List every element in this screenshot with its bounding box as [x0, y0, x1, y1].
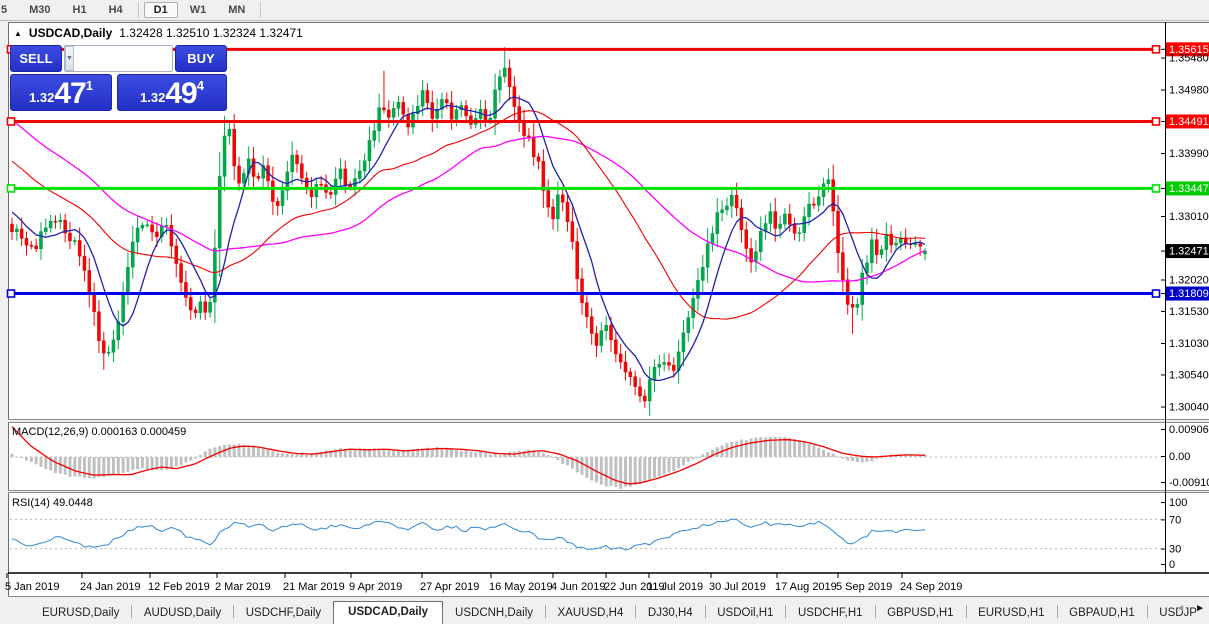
- svg-text:0: 0: [1169, 559, 1175, 571]
- sell-price-small: 1.32: [29, 90, 54, 105]
- tab-usdcnh-daily[interactable]: USDCNH,Daily: [443, 603, 545, 624]
- tab-audusd-daily[interactable]: AUDUSD,Daily: [132, 603, 233, 624]
- period-button-w1[interactable]: W1: [180, 2, 217, 18]
- sell-price-sup: 1: [86, 78, 93, 93]
- buy-price-big: 49: [165, 79, 196, 109]
- sell-price-big: 47: [54, 79, 85, 109]
- toolbar-separator: [138, 2, 139, 18]
- svg-text:1.31530: 1.31530: [1169, 306, 1209, 318]
- period-toolbar: 5M30H1H4 D1W1MN: [0, 0, 1209, 21]
- svg-text:4 Jun 2019: 4 Jun 2019: [551, 581, 605, 593]
- svg-text:5 Jan 2019: 5 Jan 2019: [5, 581, 59, 593]
- toolbar-separator: [260, 2, 261, 18]
- svg-text:1.34980: 1.34980: [1169, 85, 1209, 97]
- tab-xauusd-h4[interactable]: XAUUSD,H4: [546, 603, 636, 624]
- period-button-5[interactable]: 5: [0, 2, 17, 18]
- svg-text:1.31030: 1.31030: [1169, 338, 1209, 350]
- svg-text:11 Jul 2019: 11 Jul 2019: [647, 581, 703, 593]
- tabs-scroll-left-icon[interactable]: ◄: [1175, 603, 1185, 614]
- tab-usdchf-daily[interactable]: USDCHF,Daily: [234, 603, 333, 624]
- svg-text:-0.009107: -0.009107: [1169, 477, 1209, 489]
- period-button-m30[interactable]: M30: [19, 2, 60, 18]
- volume-input[interactable]: [74, 46, 173, 71]
- volume-control: ▼ ▲: [64, 45, 173, 72]
- svg-text:30 Jul 2019: 30 Jul 2019: [709, 581, 766, 593]
- svg-text:12 Feb 2019: 12 Feb 2019: [148, 581, 210, 593]
- chart-ohlc-values: 1.32428 1.32510 1.32324 1.32471: [119, 26, 303, 40]
- collapse-icon[interactable]: ▲: [14, 29, 22, 38]
- tab-scroll-buttons: ◄ ►: [1175, 603, 1205, 614]
- tab-usdoil-h1[interactable]: USDOil,H1: [705, 603, 785, 624]
- buy-button[interactable]: BUY: [175, 45, 227, 72]
- svg-text:70: 70: [1169, 514, 1181, 526]
- svg-text:1.35480: 1.35480: [1169, 53, 1209, 65]
- chart-symbol-label: USDCAD,Daily: [29, 26, 112, 40]
- svg-text:0.009062: 0.009062: [1169, 424, 1209, 436]
- chart-title: ▲ USDCAD,Daily 1.32428 1.32510 1.32324 1…: [14, 26, 303, 40]
- tab-usdcad-daily[interactable]: USDCAD,Daily: [333, 601, 443, 624]
- period-button-d1[interactable]: D1: [144, 2, 178, 18]
- svg-text:1.30040: 1.30040: [1169, 402, 1209, 414]
- one-click-trading-panel: SELL ▼ ▲ BUY 1.32 47 1 1.32 49 4: [10, 45, 227, 111]
- mt4-window: 1.356151.354801.349801.344911.339901.334…: [0, 0, 1209, 624]
- svg-text:9 Apr 2019: 9 Apr 2019: [349, 581, 402, 593]
- svg-text:30: 30: [1169, 544, 1181, 556]
- sell-button[interactable]: SELL: [10, 45, 62, 72]
- svg-text:24 Sep 2019: 24 Sep 2019: [900, 581, 962, 593]
- svg-text:1.32020: 1.32020: [1169, 274, 1209, 286]
- tab-eurusd-daily[interactable]: EURUSD,Daily: [30, 603, 131, 624]
- svg-text:1.33990: 1.33990: [1169, 148, 1209, 160]
- rsi-indicator-label: RSI(14) 49.0448: [12, 497, 93, 509]
- svg-text:21 Mar 2019: 21 Mar 2019: [283, 581, 345, 593]
- svg-text:17 Aug 2019: 17 Aug 2019: [775, 581, 837, 593]
- period-button-h1[interactable]: H1: [63, 2, 97, 18]
- svg-text:1.33010: 1.33010: [1169, 211, 1209, 223]
- period-button-mn[interactable]: MN: [218, 2, 255, 18]
- svg-text:0.00: 0.00: [1169, 451, 1190, 463]
- svg-text:100: 100: [1169, 497, 1187, 509]
- tab-gbpaud-h1[interactable]: GBPAUD,H1: [1057, 603, 1147, 624]
- svg-text:1.31809: 1.31809: [1169, 288, 1209, 300]
- svg-text:27 Apr 2019: 27 Apr 2019: [420, 581, 479, 593]
- tab-usdchf-h1[interactable]: USDCHF,H1: [786, 603, 875, 624]
- svg-text:5 Sep 2019: 5 Sep 2019: [836, 581, 892, 593]
- macd-indicator-label: MACD(12,26,9) 0.000163 0.000459: [12, 426, 186, 438]
- svg-text:2 Mar 2019: 2 Mar 2019: [215, 581, 271, 593]
- svg-text:1.33447: 1.33447: [1169, 183, 1209, 195]
- tabs-scroll-right-icon[interactable]: ►: [1195, 603, 1205, 614]
- svg-text:1.34491: 1.34491: [1169, 116, 1209, 128]
- buy-price-sup: 4: [197, 78, 204, 93]
- sell-price-display: 1.32 47 1: [10, 74, 112, 111]
- buy-price-display: 1.32 49 4: [117, 74, 227, 111]
- tab-gbpusd-h1[interactable]: GBPUSD,H1: [875, 603, 965, 624]
- buy-price-small: 1.32: [140, 90, 165, 105]
- tab-eurusd-h1[interactable]: EURUSD,H1: [966, 603, 1056, 624]
- symbol-tab-bar: ◄ ► EURUSD,DailyAUDUSD,DailyUSDCHF,Daily…: [0, 597, 1209, 624]
- svg-text:16 May 2019: 16 May 2019: [489, 581, 553, 593]
- svg-text:1.32471: 1.32471: [1169, 246, 1209, 258]
- volume-decrease-button[interactable]: ▼: [65, 46, 74, 71]
- tab-dj30-h4[interactable]: DJ30,H4: [636, 603, 705, 624]
- period-button-h4[interactable]: H4: [99, 2, 133, 18]
- svg-text:1.30540: 1.30540: [1169, 369, 1209, 381]
- svg-text:24 Jan 2019: 24 Jan 2019: [80, 581, 141, 593]
